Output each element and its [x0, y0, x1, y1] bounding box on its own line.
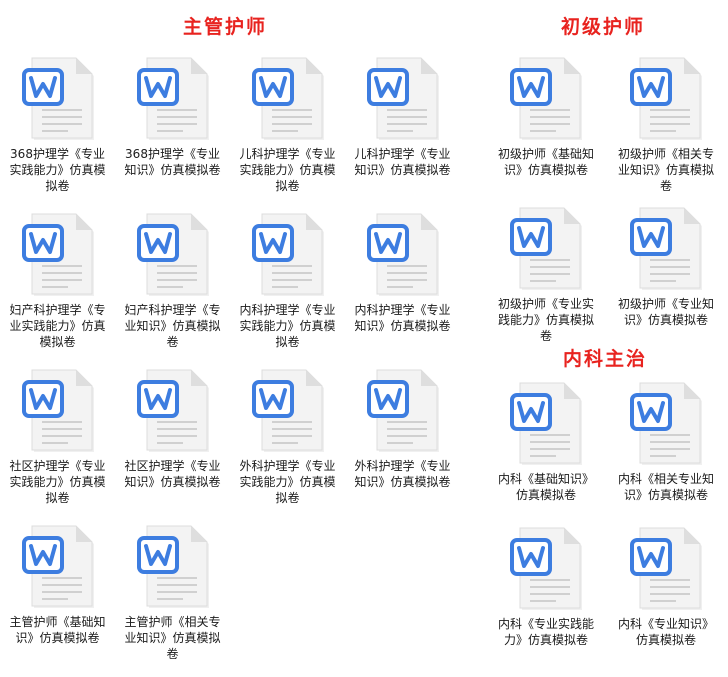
file-name: 内科《专业知识》仿真模拟卷 — [617, 617, 714, 647]
word-document-icon — [18, 366, 98, 454]
file-name: 初级护师《基础知识》仿真模拟卷 — [497, 147, 594, 177]
file-name: 368护理学《专业实践能力》仿真模拟卷 — [9, 147, 106, 193]
file-name: 儿科护理学《专业实践能力》仿真模拟卷 — [239, 147, 336, 193]
word-document-icon — [18, 210, 98, 298]
word-document-icon — [506, 204, 586, 292]
file-item[interactable]: 主管护师《基础知识》仿真模拟卷 — [0, 518, 115, 674]
word-document-icon — [248, 366, 328, 454]
word-document-icon — [363, 366, 443, 454]
file-name: 社区护理学《专业实践能力》仿真模拟卷 — [9, 459, 106, 505]
file-item[interactable]: 妇产科护理学《专业知识》仿真模拟卷 — [115, 206, 230, 362]
file-grid-zhuguan: 368护理学《专业实践能力》仿真模拟卷 368护理学《专业知识》仿真模拟卷 儿科护理… — [0, 50, 460, 674]
file-name: 社区护理学《专业知识》仿真模拟卷 — [124, 459, 221, 489]
file-name: 妇产科护理学《专业实践能力》仿真模拟卷 — [9, 303, 106, 349]
word-document-icon — [133, 54, 213, 142]
file-name: 外科护理学《专业知识》仿真模拟卷 — [354, 459, 451, 489]
file-item[interactable]: 初级护师《相关专业知识》仿真模拟卷 — [606, 50, 726, 200]
file-name: 妇产科护理学《专业知识》仿真模拟卷 — [124, 303, 221, 349]
file-name: 内科《相关专业知识》仿真模拟卷 — [617, 472, 714, 502]
file-item[interactable]: 主管护师《相关专业知识》仿真模拟卷 — [115, 518, 230, 674]
file-item[interactable]: 368护理学《专业实践能力》仿真模拟卷 — [0, 50, 115, 206]
word-document-icon — [133, 210, 213, 298]
word-document-icon — [506, 524, 586, 612]
file-item[interactable]: 内科《专业实践能力》仿真模拟卷 — [486, 520, 606, 665]
section-title-zhuguan: 主管护师 — [183, 16, 268, 38]
word-document-icon — [18, 522, 98, 610]
section-title-neike: 内科主治 — [563, 348, 648, 370]
word-document-icon — [626, 54, 706, 142]
file-name: 内科《专业实践能力》仿真模拟卷 — [497, 617, 594, 647]
file-item[interactable]: 内科《基础知识》仿真模拟卷 — [486, 375, 606, 520]
file-item[interactable]: 社区护理学《专业实践能力》仿真模拟卷 — [0, 362, 115, 518]
word-document-icon — [133, 366, 213, 454]
file-name: 内科护理学《专业实践能力》仿真模拟卷 — [239, 303, 336, 349]
file-item[interactable]: 内科护理学《专业知识》仿真模拟卷 — [345, 206, 460, 362]
word-document-icon — [248, 54, 328, 142]
word-document-icon — [133, 522, 213, 610]
word-document-icon — [506, 54, 586, 142]
word-document-icon — [626, 379, 706, 467]
file-name: 368护理学《专业知识》仿真模拟卷 — [124, 147, 221, 177]
word-document-icon — [626, 524, 706, 612]
word-document-icon — [248, 210, 328, 298]
file-item[interactable]: 外科护理学《专业知识》仿真模拟卷 — [345, 362, 460, 518]
file-item[interactable]: 内科《相关专业知识》仿真模拟卷 — [606, 375, 726, 520]
file-item[interactable]: 初级护师《专业知识》仿真模拟卷 — [606, 200, 726, 350]
file-item[interactable]: 内科《专业知识》仿真模拟卷 — [606, 520, 726, 665]
file-name: 内科《基础知识》仿真模拟卷 — [497, 472, 594, 502]
file-item[interactable]: 妇产科护理学《专业实践能力》仿真模拟卷 — [0, 206, 115, 362]
word-document-icon — [363, 210, 443, 298]
file-item[interactable]: 儿科护理学《专业知识》仿真模拟卷 — [345, 50, 460, 206]
file-item[interactable]: 初级护师《基础知识》仿真模拟卷 — [486, 50, 606, 200]
word-document-icon — [18, 54, 98, 142]
file-item[interactable]: 初级护师《专业实践能力》仿真模拟卷 — [486, 200, 606, 350]
file-name: 儿科护理学《专业知识》仿真模拟卷 — [354, 147, 451, 177]
file-grid-chuji: 初级护师《基础知识》仿真模拟卷 初级护师《相关专业知识》仿真模拟卷初级护师《专业实… — [486, 50, 726, 350]
file-name: 初级护师《专业实践能力》仿真模拟卷 — [497, 297, 594, 343]
file-name: 主管护师《基础知识》仿真模拟卷 — [9, 615, 106, 645]
section-title-chuji: 初级护师 — [561, 16, 646, 38]
file-name: 主管护师《相关专业知识》仿真模拟卷 — [124, 615, 221, 661]
file-name: 内科护理学《专业知识》仿真模拟卷 — [354, 303, 451, 333]
file-item[interactable]: 368护理学《专业知识》仿真模拟卷 — [115, 50, 230, 206]
word-document-icon — [626, 204, 706, 292]
file-name: 外科护理学《专业实践能力》仿真模拟卷 — [239, 459, 336, 505]
file-item[interactable]: 儿科护理学《专业实践能力》仿真模拟卷 — [230, 50, 345, 206]
word-document-icon — [363, 54, 443, 142]
file-item[interactable]: 社区护理学《专业知识》仿真模拟卷 — [115, 362, 230, 518]
file-grid-neike: 内科《基础知识》仿真模拟卷 内科《相关专业知识》仿真模拟卷内科《专业实践能力》仿真… — [486, 375, 726, 665]
file-name: 初级护师《专业知识》仿真模拟卷 — [617, 297, 714, 327]
word-document-icon — [506, 379, 586, 467]
file-item[interactable]: 内科护理学《专业实践能力》仿真模拟卷 — [230, 206, 345, 362]
file-name: 初级护师《相关专业知识》仿真模拟卷 — [617, 147, 714, 193]
file-item[interactable]: 外科护理学《专业实践能力》仿真模拟卷 — [230, 362, 345, 518]
